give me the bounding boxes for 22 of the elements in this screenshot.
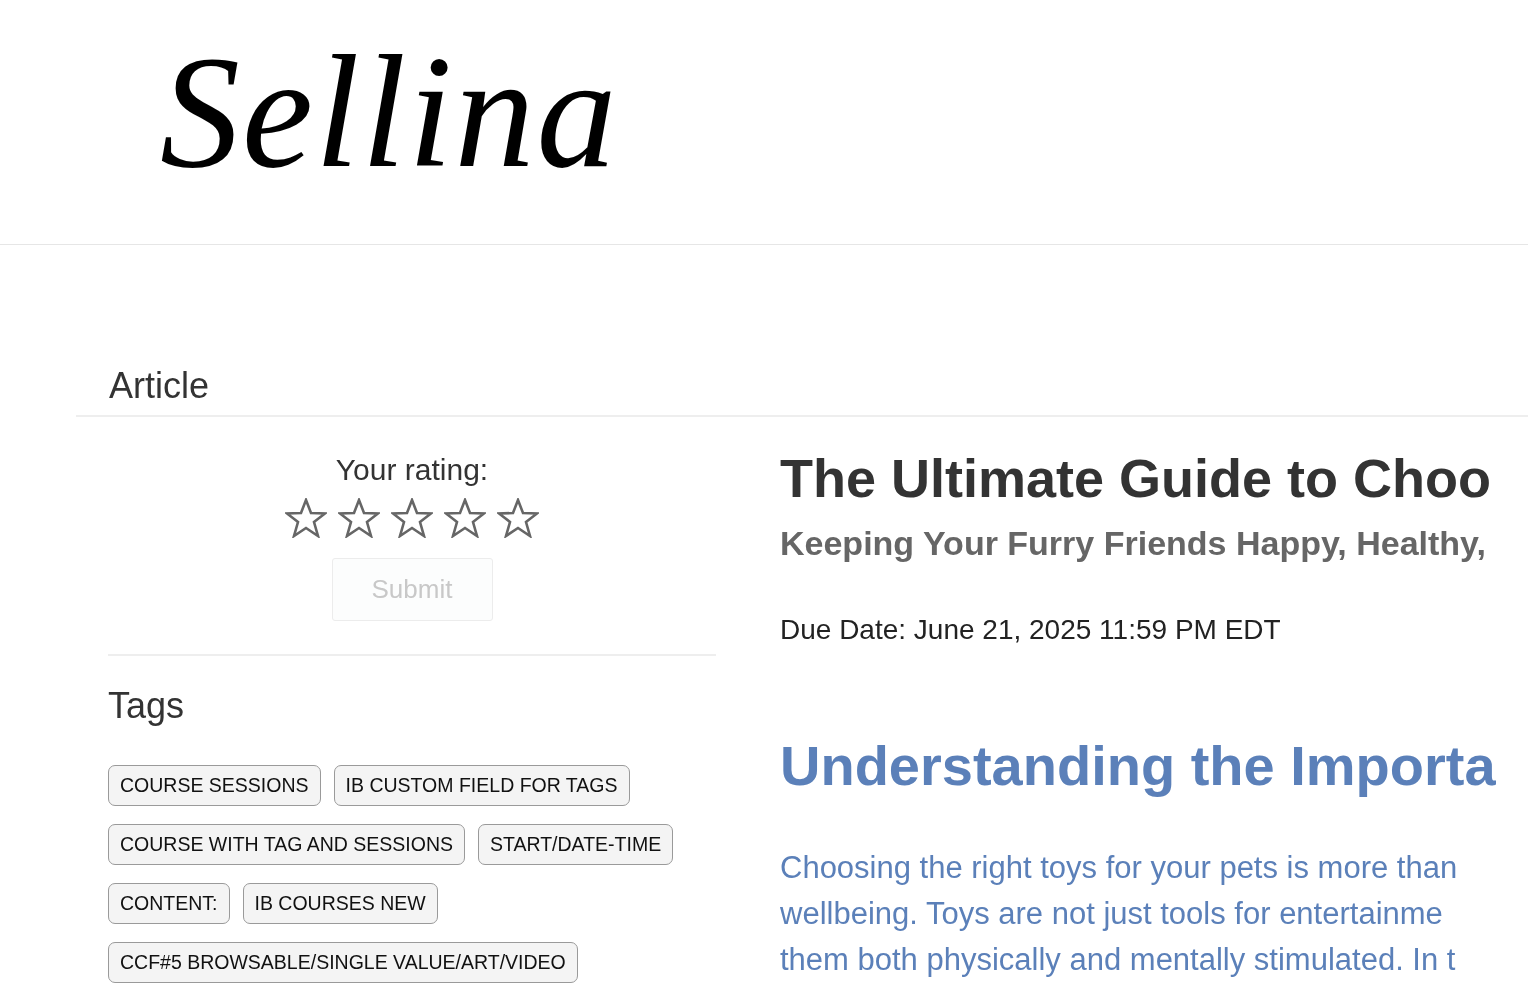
star-rating[interactable] <box>285 498 539 538</box>
due-date: Due Date: June 21, 2025 11:59 PM EDT <box>780 613 1281 647</box>
logo-wordmark[interactable]: Sellina <box>160 32 619 212</box>
star-icon[interactable] <box>497 498 539 538</box>
tag-chip[interactable]: START/DATE-TIME <box>478 824 674 865</box>
tag-chip[interactable]: COURSE SESSIONS <box>108 765 321 806</box>
section-title: Article <box>109 364 210 407</box>
tag-chip[interactable]: IB COURSES NEW <box>242 883 438 924</box>
article-paragraph: Choosing the right toys for your pets is more than wellbeing. Toys are not just tools for entertainme them both physically and mentally stimulated. In t <box>780 849 1458 979</box>
star-icon[interactable] <box>285 498 327 538</box>
rating-label: Your rating: <box>335 452 489 488</box>
tag-chip[interactable]: CONTENT: <box>108 883 230 924</box>
star-icon[interactable] <box>391 498 433 538</box>
tags-title: Tags <box>108 684 185 727</box>
article-subtitle: Keeping Your Furry Friends Happy, Healthy, <box>780 523 1486 564</box>
article-title: The Ultimate Guide to Choo <box>780 447 1491 510</box>
tag-chip[interactable]: IB CUSTOM FIELD FOR TAGS <box>333 765 630 806</box>
section-heading: Understanding the Importa <box>780 733 1496 799</box>
star-icon[interactable] <box>338 498 380 538</box>
star-icon[interactable] <box>444 498 486 538</box>
tag-chip[interactable]: CCF#5 BROWSABLE/SINGLE VALUE/ART/VIDEO <box>108 942 578 983</box>
tag-chip[interactable]: COURSE WITH TAG AND SESSIONS <box>108 824 465 865</box>
